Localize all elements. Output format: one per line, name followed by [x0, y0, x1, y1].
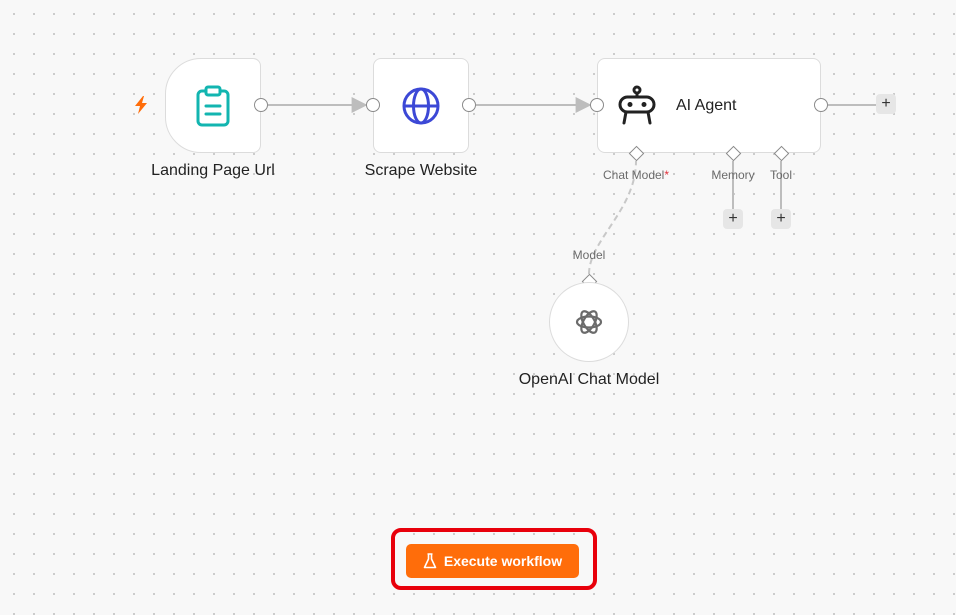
chat-model-port-label: Chat Model*: [603, 168, 669, 182]
node-scrape-website[interactable]: [373, 58, 469, 153]
execute-workflow-label: Execute workflow: [443, 553, 563, 569]
memory-port-label: Memory: [711, 168, 755, 182]
lightning-icon: [135, 96, 147, 114]
required-mark: *: [664, 168, 670, 182]
output-handle-ai-agent[interactable]: [814, 98, 828, 112]
output-handle-landing-page-url[interactable]: [254, 98, 268, 112]
output-handle-scrape-website[interactable]: [462, 98, 476, 112]
node-title-landing-page-url: Landing Page Url: [151, 162, 275, 179]
globe-icon: [402, 87, 440, 124]
node-ai-agent[interactable]: AI Agent: [597, 58, 821, 153]
node-title-scrape-website: Scrape Website: [364, 162, 478, 179]
flask-icon: [423, 553, 437, 569]
tool-port-label: Tool: [769, 168, 793, 182]
robot-icon: [618, 85, 656, 124]
input-handle-scrape-website[interactable]: [366, 98, 380, 112]
node-title-ai-agent: AI Agent: [676, 96, 737, 114]
input-handle-ai-agent[interactable]: [590, 98, 604, 112]
add-memory-button[interactable]: +: [723, 209, 743, 229]
node-landing-page-url[interactable]: [165, 58, 261, 153]
node-openai-chat-model[interactable]: [549, 282, 629, 362]
node-title-openai-chat-model: OpenAI Chat Model: [518, 371, 660, 388]
openai-icon: [575, 310, 603, 334]
clipboard-icon: [196, 85, 230, 126]
execute-workflow-button[interactable]: Execute workflow: [406, 544, 579, 578]
add-tool-button[interactable]: +: [771, 209, 791, 229]
add-next-node-button[interactable]: +: [876, 94, 896, 114]
chat-model-label-text: Chat Model: [602, 168, 665, 182]
model-port-label: Model: [572, 248, 606, 262]
